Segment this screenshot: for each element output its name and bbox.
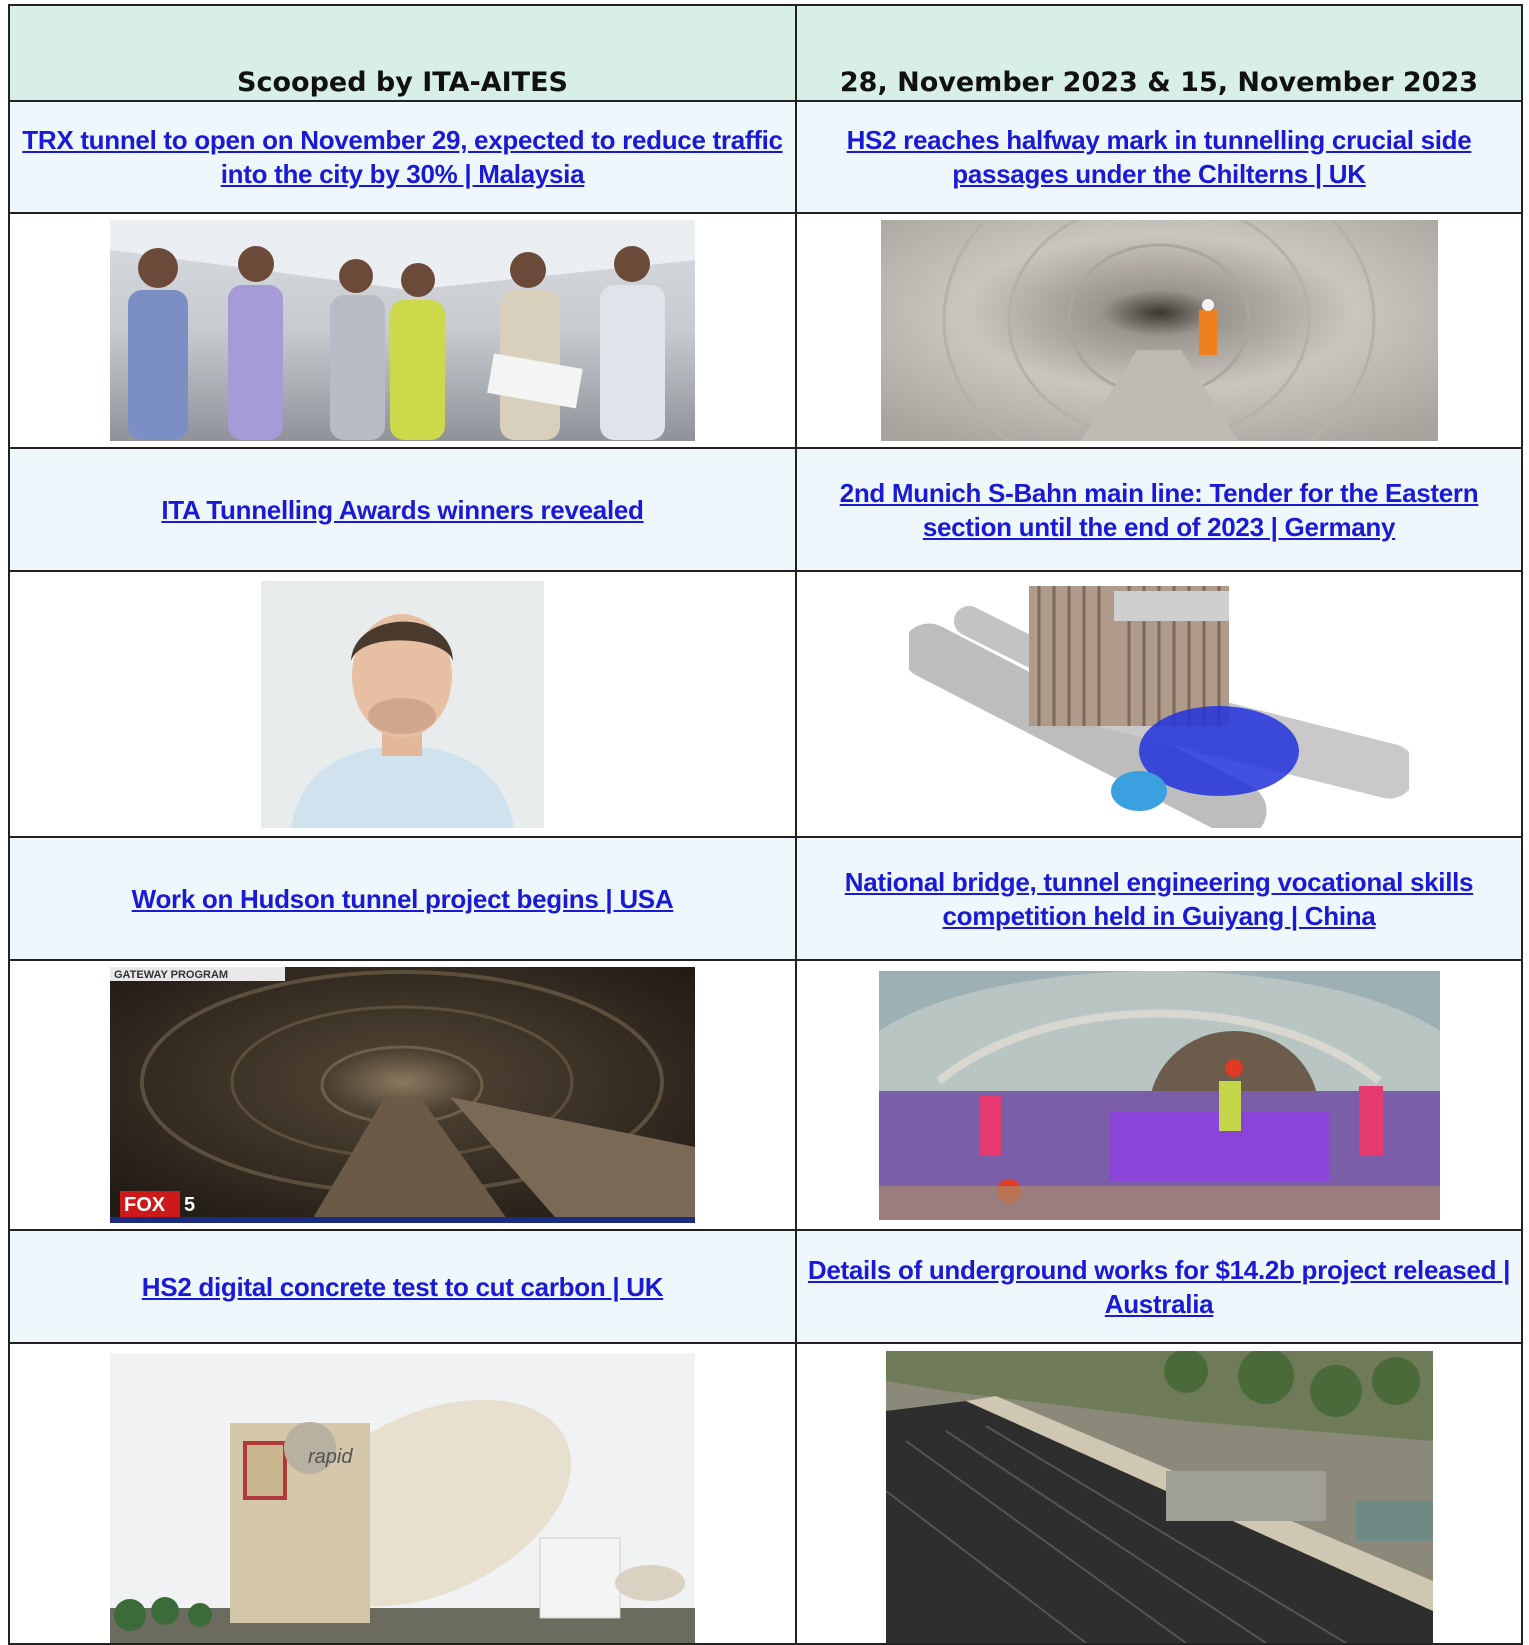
award-winner-portrait[interactable] bbox=[261, 580, 544, 828]
image-cell bbox=[795, 959, 1523, 1231]
image-row: rapid bbox=[8, 1342, 1523, 1645]
fox-logo: FOX bbox=[124, 1194, 166, 1216]
news-link-munich-sbahn[interactable]: 2nd Munich S-Bahn main line: Tender for … bbox=[840, 478, 1479, 542]
image-cell bbox=[8, 570, 797, 838]
image-cell bbox=[795, 570, 1523, 838]
news-table-container: Scooped by ITA-AITES 28, November 2023 &… bbox=[8, 4, 1523, 1645]
news-link-hs2-digital-concrete[interactable]: HS2 digital concrete test to cut carbon … bbox=[142, 1272, 664, 1302]
image-cell bbox=[8, 212, 797, 449]
link-row: ITA Tunnelling Awards winners revealed 2… bbox=[8, 447, 1523, 572]
image-cell bbox=[795, 212, 1523, 449]
news-cell: 2nd Munich S-Bahn main line: Tender for … bbox=[795, 447, 1523, 572]
link-row: HS2 digital concrete test to cut carbon … bbox=[8, 1229, 1523, 1344]
news-cell: HS2 digital concrete test to cut carbon … bbox=[8, 1229, 797, 1344]
news-cell: TRX tunnel to open on November 29, expec… bbox=[8, 100, 797, 214]
link-row: Work on Hudson tunnel project begins | U… bbox=[8, 836, 1523, 961]
image-cell bbox=[795, 1342, 1523, 1645]
news-link-ita-awards[interactable]: ITA Tunnelling Awards winners revealed bbox=[161, 495, 644, 525]
gateway-program-caption: GATEWAY PROGRAM bbox=[114, 969, 228, 981]
news-table: Scooped by ITA-AITES 28, November 2023 &… bbox=[8, 4, 1523, 1645]
news-link-hs2-halfway[interactable]: HS2 reaches halfway mark in tunnelling c… bbox=[847, 125, 1472, 189]
news-link-hudson-tunnel[interactable]: Work on Hudson tunnel project begins | U… bbox=[132, 884, 674, 914]
dam-spillway-photo[interactable] bbox=[885, 1351, 1433, 1643]
guiyang-competition-photo[interactable] bbox=[878, 970, 1440, 1220]
news-cell: Details of underground works for $14.2b … bbox=[795, 1229, 1523, 1344]
image-cell: rapid bbox=[8, 1342, 797, 1645]
image-cell: GATEWAY PROGRAM FOX 5 bbox=[8, 959, 797, 1231]
concrete-mixer-truck-photo[interactable]: rapid bbox=[110, 1353, 695, 1643]
news-link-guiyang-competition[interactable]: National bridge, tunnel engineering voca… bbox=[845, 867, 1474, 931]
image-row bbox=[8, 570, 1523, 838]
image-row bbox=[8, 212, 1523, 449]
header-source: Scooped by ITA-AITES bbox=[8, 4, 797, 102]
news-cell: ITA Tunnelling Awards winners revealed bbox=[8, 447, 797, 572]
news-link-trx-tunnel[interactable]: TRX tunnel to open on November 29, expec… bbox=[22, 125, 783, 189]
mixer-brand-label: rapid bbox=[308, 1446, 353, 1468]
link-row: TRX tunnel to open on November 29, expec… bbox=[8, 100, 1523, 214]
header-dates: 28, November 2023 & 15, November 2023 bbox=[795, 4, 1523, 102]
munich-tunnel-render[interactable] bbox=[909, 580, 1409, 828]
header-row: Scooped by ITA-AITES 28, November 2023 &… bbox=[8, 4, 1523, 102]
news-cell: HS2 reaches halfway mark in tunnelling c… bbox=[795, 100, 1523, 214]
hudson-tunnel-video-still[interactable]: GATEWAY PROGRAM FOX 5 bbox=[110, 967, 695, 1223]
news-link-underground-works-australia[interactable]: Details of underground works for $14.2b … bbox=[808, 1255, 1510, 1319]
fox-channel-number: 5 bbox=[184, 1194, 195, 1216]
image-row: GATEWAY PROGRAM FOX 5 bbox=[8, 959, 1523, 1231]
trx-inspection-photo[interactable] bbox=[110, 220, 695, 441]
news-cell: Work on Hudson tunnel project begins | U… bbox=[8, 836, 797, 961]
hs2-side-passage-photo[interactable] bbox=[880, 220, 1438, 441]
news-cell: National bridge, tunnel engineering voca… bbox=[795, 836, 1523, 961]
